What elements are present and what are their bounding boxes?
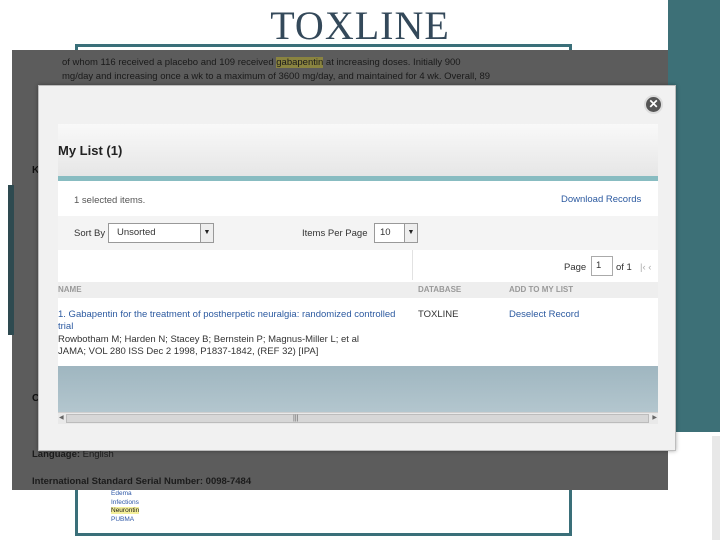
selected-count-text: 1 selected items. xyxy=(74,195,146,206)
list-header-bar xyxy=(58,124,658,176)
column-divider xyxy=(412,250,413,280)
sort-by-value: Unsorted xyxy=(117,227,156,238)
scroll-right-icon[interactable]: ▶ xyxy=(652,414,657,421)
horizontal-scrollbar[interactable]: ◀ ||| ▶ xyxy=(58,412,658,424)
column-header-name: NAME xyxy=(58,285,82,294)
search-term-highlight: gabapentin xyxy=(276,57,324,68)
abstract-text: of whom 116 received a placebo and 109 r… xyxy=(62,56,582,84)
scrollbar-grip-icon: ||| xyxy=(293,415,299,422)
column-header-database: DATABASE xyxy=(418,285,462,294)
download-records-link[interactable]: Download Records xyxy=(561,194,641,205)
items-per-page-select[interactable]: 10 ▼ xyxy=(374,223,418,243)
dropdown-arrow-icon: ▼ xyxy=(404,224,417,242)
header-accent-line xyxy=(58,176,658,181)
abstract-line-1: of whom 116 received a placebo and 109 r… xyxy=(62,57,461,68)
mesh-term-link[interactable]: PUBMA xyxy=(111,516,139,525)
record-authors: Rowbotham M; Harden N; Stacey B; Bernste… xyxy=(58,334,359,345)
page-total-label: of 1 xyxy=(616,262,632,273)
items-per-page-value: 10 xyxy=(380,227,391,238)
sort-by-label: Sort By xyxy=(74,228,106,239)
dropdown-arrow-icon: ▼ xyxy=(200,224,213,242)
record-database: TOXLINE xyxy=(418,309,459,320)
record-title-link[interactable]: 1. Gabapentin for the treatment of posth… xyxy=(58,309,406,333)
abstract-line-2: mg/day and increasing once a wk to a max… xyxy=(62,71,491,82)
column-header-add-to-list: ADD TO MY LIST xyxy=(509,285,574,294)
mesh-term-highlighted[interactable]: Neurontin xyxy=(111,507,140,514)
mesh-term-link[interactable]: Edema xyxy=(111,490,139,499)
close-modal-button[interactable]: ✕ xyxy=(644,95,663,114)
deselect-record-link[interactable]: Deselect Record xyxy=(509,309,579,320)
sort-by-select[interactable]: Unsorted ▼ xyxy=(108,223,214,243)
slide-title: TOXLINE xyxy=(270,3,450,48)
issn-field: International Standard Serial Number: 00… xyxy=(32,476,252,487)
my-list-title: My List (1) xyxy=(58,143,123,158)
items-per-page-label: Items Per Page xyxy=(302,228,368,239)
scroll-left-icon[interactable]: ◀ xyxy=(59,414,64,421)
page-label: Page xyxy=(564,262,587,273)
scrollbar-thumb[interactable]: ||| xyxy=(66,414,649,423)
first-page-nav-icon[interactable]: |‹ ‹ xyxy=(640,262,651,273)
mesh-term-list: Edema Infections Neurontin PUBMA xyxy=(111,490,140,525)
record-source: JAMA; VOL 280 ISS Dec 2 1998, P1837-1842… xyxy=(58,346,319,357)
modal-footer-band xyxy=(58,366,658,412)
mesh-term-link[interactable]: Infections xyxy=(111,499,139,508)
page-number-input[interactable]: 1 xyxy=(591,256,613,276)
slide-accent-shadow xyxy=(712,436,720,540)
page-side-bar xyxy=(8,185,14,335)
